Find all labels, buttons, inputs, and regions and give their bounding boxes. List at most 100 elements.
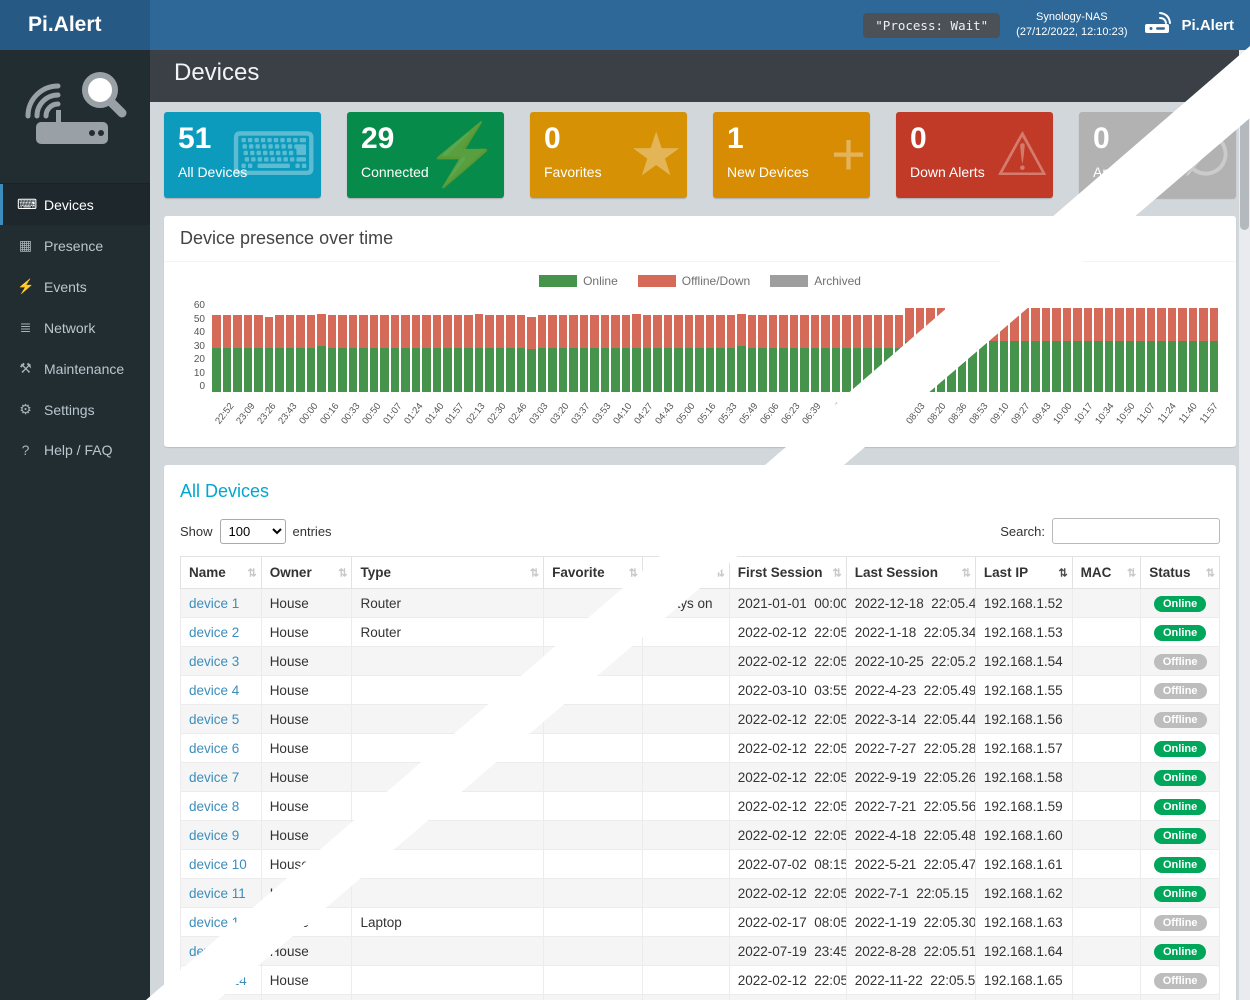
- chart-bar: [1115, 308, 1124, 392]
- cell-first_session: 2022-02-12 22:05: [729, 734, 846, 763]
- x-tick-label: 05:00: [673, 397, 694, 441]
- sidebar-item-network[interactable]: ≣Network: [0, 307, 150, 348]
- chart-bar: [286, 315, 295, 392]
- device-link[interactable]: device 2: [189, 625, 239, 640]
- sidebar-item-events[interactable]: ⚡Events: [0, 266, 150, 307]
- device-link[interactable]: device 1: [189, 596, 239, 611]
- column-header-group[interactable]: Group⇅: [642, 557, 729, 589]
- x-tick-label: 01:07: [380, 397, 401, 441]
- column-header-last-ip[interactable]: Last IP⇅: [975, 557, 1072, 589]
- scrollbar[interactable]: [1239, 50, 1250, 1000]
- online-segment: [727, 348, 736, 392]
- offline-segment: [443, 315, 452, 347]
- sort-icon[interactable]: ⇅: [247, 566, 256, 579]
- cell-last_ip: 192.168.1.60: [975, 821, 1072, 850]
- y-tick-label: 40: [182, 327, 205, 338]
- x-tick-label: 06:39: [799, 397, 820, 441]
- device-link[interactable]: device 13: [189, 944, 247, 959]
- column-header-owner[interactable]: Owner⇅: [261, 557, 352, 589]
- table-row: device 2HouseRouter2022-02-12 22:052022-…: [181, 618, 1220, 647]
- x-tick-label: 08:03: [903, 397, 924, 441]
- column-header-first-session[interactable]: First Session⇅: [729, 557, 846, 589]
- sidebar-item-settings[interactable]: ⚙Settings: [0, 389, 150, 430]
- column-header-status[interactable]: Status⇅: [1141, 557, 1220, 589]
- status-badge: Online: [1154, 886, 1206, 902]
- column-header-mac[interactable]: MAC⇅: [1072, 557, 1141, 589]
- chart-bar: [233, 315, 242, 392]
- column-header-type[interactable]: Type⇅: [352, 557, 544, 589]
- legend-label: Archived: [814, 274, 861, 288]
- device-link[interactable]: device 9: [189, 828, 239, 843]
- sort-icon[interactable]: ⇅: [1127, 566, 1136, 579]
- offline-segment: [1147, 308, 1156, 342]
- cell-mac: [1072, 676, 1141, 705]
- cell-first_session: 2022-02-12 22:05: [729, 995, 846, 1000]
- online-segment: [1189, 341, 1198, 392]
- sort-icon[interactable]: ⇅: [1206, 566, 1215, 579]
- device-link[interactable]: device 11: [189, 886, 246, 901]
- column-label: Favorite: [552, 565, 605, 580]
- status-badge: Online: [1154, 625, 1206, 641]
- offline-segment: [590, 315, 599, 347]
- cell-favorite: [544, 618, 643, 647]
- legend-item: Online: [539, 274, 618, 288]
- sidebar-item-devices[interactable]: ⌨Devices: [0, 184, 150, 225]
- chart-bar: [265, 317, 274, 392]
- online-segment: [412, 348, 421, 392]
- device-link[interactable]: device 14: [189, 973, 247, 988]
- cell-owner: House: [261, 589, 352, 618]
- cell-group: [642, 763, 729, 792]
- online-segment: [454, 348, 463, 392]
- chart-bar: [433, 315, 442, 392]
- y-tick-label: 60: [182, 300, 205, 311]
- search-input[interactable]: [1052, 518, 1220, 544]
- sidebar-item-help[interactable]: ?Help / FAQ: [0, 430, 150, 470]
- online-segment: [905, 341, 914, 392]
- status-badge: Online: [1154, 741, 1206, 757]
- scrollbar-thumb[interactable]: [1240, 60, 1249, 230]
- sort-icon[interactable]: ⇅: [629, 566, 638, 579]
- device-link[interactable]: device 10: [189, 857, 247, 872]
- device-link[interactable]: device 7: [189, 770, 239, 785]
- brand-logo[interactable]: Pi.Alert: [0, 0, 150, 50]
- sort-icon[interactable]: ⇅: [833, 566, 842, 579]
- device-link[interactable]: device 8: [189, 799, 239, 814]
- sort-icon[interactable]: ⇅: [1058, 566, 1067, 579]
- offline-segment: [790, 315, 799, 347]
- sidebar-item-presence[interactable]: ▦Presence: [0, 225, 150, 266]
- card-all-devices[interactable]: 51All Devices⌨: [164, 112, 321, 198]
- cell-last_ip: 192.168.1.65: [975, 995, 1072, 1000]
- sort-icon[interactable]: ⇅: [962, 566, 971, 579]
- offline-segment: [212, 315, 221, 347]
- offline-segment: [517, 315, 526, 347]
- card-down-alerts[interactable]: 0Down Alerts⚠: [896, 112, 1053, 198]
- card-favorites[interactable]: 0Favorites★: [530, 112, 687, 198]
- device-link[interactable]: device 6: [189, 741, 239, 756]
- sort-icon[interactable]: ⇅: [530, 566, 539, 579]
- online-segment: [1052, 341, 1061, 392]
- online-segment: [590, 348, 599, 392]
- offline-segment: [1105, 308, 1114, 342]
- offline-segment: [1178, 308, 1187, 342]
- page-length-select[interactable]: 100: [220, 519, 286, 544]
- card-new-devices[interactable]: 1New Devices+: [713, 112, 870, 198]
- device-link[interactable]: device 3: [189, 654, 239, 669]
- cell-owner: House: [261, 937, 352, 966]
- card-connected[interactable]: 29Connected⚡: [347, 112, 504, 198]
- card-archived[interactable]: 0Archived∅: [1079, 112, 1236, 198]
- online-segment: [307, 348, 316, 392]
- device-link[interactable]: device 12: [189, 915, 247, 930]
- sidebar-item-maintenance[interactable]: ⚒Maintenance: [0, 348, 150, 389]
- device-link[interactable]: device 4: [189, 683, 239, 698]
- sidebar-toggle-button[interactable]: [150, 0, 196, 50]
- column-header-last-session[interactable]: Last Session⇅: [846, 557, 975, 589]
- sidebar-item-label: Settings: [44, 402, 95, 418]
- column-header-name[interactable]: Name⇅: [181, 557, 262, 589]
- cell-last_session: 2022-12-18 22:05.47: [846, 589, 975, 618]
- offline-segment: [706, 315, 715, 347]
- sort-icon[interactable]: ⇅: [716, 566, 725, 579]
- device-link[interactable]: device 5: [189, 712, 239, 727]
- sort-icon[interactable]: ⇅: [338, 566, 347, 579]
- cell-status: Offline: [1141, 966, 1220, 995]
- column-header-favorite[interactable]: Favorite ⇅: [544, 557, 643, 589]
